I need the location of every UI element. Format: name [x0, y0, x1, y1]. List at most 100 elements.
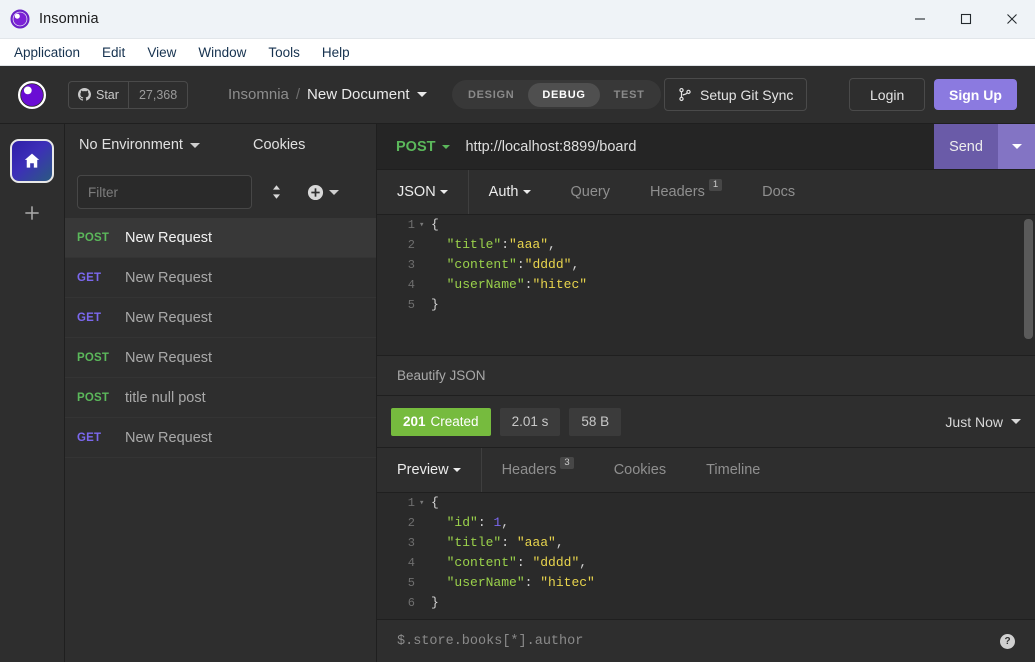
create-request-button[interactable]	[307, 184, 339, 201]
environment-selector[interactable]: No Environment	[79, 137, 183, 153]
menu-item-edit[interactable]: Edit	[91, 43, 136, 62]
send-button[interactable]: Send	[934, 124, 998, 169]
sidebar: No Environment Cookies Filter POST New R…	[65, 124, 377, 662]
fold-caret-icon[interactable]: ▾	[419, 215, 431, 235]
code-text: "title": "aaa",	[446, 535, 564, 550]
scrollbar-thumb[interactable]	[1024, 219, 1033, 339]
window-controls	[897, 0, 1035, 38]
sort-updown-icon[interactable]	[270, 183, 283, 201]
chevron-down-icon	[452, 468, 461, 472]
tab-auth[interactable]: Auth	[467, 170, 551, 214]
line-number: 1	[407, 496, 415, 510]
fold-caret-icon[interactable]: ▾	[419, 493, 431, 513]
tab-label: Query	[570, 184, 611, 200]
cookies-button[interactable]: Cookies	[253, 137, 305, 153]
help-icon[interactable]: ?	[1000, 633, 1015, 649]
chevron-down-icon	[439, 190, 448, 194]
status-code: 201	[403, 414, 426, 429]
chevron-down-icon[interactable]	[189, 142, 200, 148]
response-filter-input[interactable]: $.store.books[*].author	[397, 634, 583, 649]
home-button[interactable]	[10, 139, 54, 183]
circle-plus-icon	[307, 184, 324, 200]
menu-item-window[interactable]: Window	[187, 43, 257, 62]
tab-debug[interactable]: DEBUG	[528, 82, 600, 107]
request-body-editor[interactable]: 1 ▾{2 "title":"aaa", 3 "content":"dddd", 4 …	[377, 215, 1035, 355]
status-badge: 201 Created	[391, 407, 491, 436]
request-response-pane: POST http://localhost:8899/board Send JS…	[377, 124, 1035, 662]
tab-query[interactable]: Query	[551, 170, 631, 214]
tab-docs[interactable]: Docs	[742, 170, 815, 214]
response-history-selector[interactable]: Just Now	[945, 414, 1021, 430]
code-text: "title":"aaa",	[446, 237, 556, 252]
response-status-bar: 201 Created 2.01 s 58 B Just Now	[377, 396, 1035, 448]
tab-label: Auth	[488, 184, 519, 200]
method-selector[interactable]: POST	[377, 138, 451, 155]
tab-label: Headers	[650, 184, 705, 200]
line-number: 3	[407, 258, 415, 272]
menu-item-view[interactable]: View	[136, 43, 187, 62]
code-text: {	[431, 495, 439, 510]
signup-button[interactable]: Sign Up	[934, 79, 1017, 110]
chevron-down-icon	[1011, 419, 1021, 424]
beautify-json-button[interactable]: Beautify JSON	[397, 368, 486, 383]
line-number: 3	[407, 536, 415, 550]
line-number: 2	[407, 516, 415, 530]
tab-headers[interactable]: Headers 1	[630, 170, 742, 214]
setup-git-sync-button[interactable]: Setup Git Sync	[664, 78, 808, 111]
tab-test[interactable]: TEST	[600, 83, 659, 107]
send-options-button[interactable]	[998, 124, 1035, 169]
list-item[interactable]: POST title null post	[65, 378, 376, 418]
insomnia-logo-icon	[10, 9, 30, 29]
code-text: }	[431, 595, 439, 610]
insomnia-logo-icon	[17, 80, 47, 109]
list-item[interactable]: GET New Request	[65, 418, 376, 458]
tab-label: JSON	[397, 184, 436, 200]
code-text: {	[431, 217, 439, 232]
beautify-json-bar: Beautify JSON	[377, 355, 1035, 396]
menu-item-application[interactable]: Application	[10, 43, 91, 62]
url-input[interactable]: http://localhost:8899/board	[450, 139, 934, 155]
tab-response-headers[interactable]: Headers 3	[480, 448, 594, 492]
sort-icon-glyph	[273, 185, 280, 199]
maximize-button[interactable]	[943, 0, 989, 38]
git-sync-label: Setup Git Sync	[700, 86, 794, 103]
method-label: POST	[396, 138, 436, 155]
login-button[interactable]: Login	[849, 78, 926, 111]
chevron-down-icon[interactable]	[329, 189, 339, 195]
search-input[interactable]	[77, 175, 252, 209]
tab-preview[interactable]: Preview	[377, 448, 481, 492]
breadcrumb-document[interactable]: New Document	[307, 86, 410, 103]
menu-bar: Application Edit View Window Tools Help	[0, 39, 1035, 66]
response-timestamp: Just Now	[945, 413, 1003, 430]
github-star-button[interactable]: Star 27,368	[68, 80, 189, 109]
list-item[interactable]: POST New Request	[65, 218, 376, 258]
code-line: 3 "content":"dddd",	[377, 255, 1035, 275]
status-badge: 3	[560, 457, 574, 470]
list-item[interactable]: GET New Request	[65, 298, 376, 338]
menu-item-help[interactable]: Help	[311, 43, 361, 62]
code-line: 1 ▾{	[377, 493, 1035, 513]
close-button[interactable]	[989, 0, 1035, 38]
tab-design[interactable]: DESIGN	[454, 83, 528, 107]
minimize-button[interactable]	[897, 0, 943, 38]
filter-row	[65, 166, 376, 218]
add-workspace-button[interactable]	[22, 203, 42, 228]
list-item[interactable]: POST New Request	[65, 338, 376, 378]
menu-item-tools[interactable]: Tools	[257, 43, 311, 62]
chevron-down-icon[interactable]	[416, 92, 427, 97]
breadcrumb-app[interactable]: Insomnia	[228, 86, 289, 103]
chevron-down-icon	[442, 144, 451, 149]
star-label-group: Star	[69, 82, 128, 108]
tab-timeline[interactable]: Timeline	[686, 448, 780, 492]
list-item[interactable]: GET New Request	[65, 258, 376, 298]
code-text: "userName":"hitec"	[446, 277, 588, 292]
code-text: "content":"dddd",	[446, 257, 580, 272]
tab-response-cookies[interactable]: Cookies	[594, 448, 686, 492]
response-body-viewer[interactable]: 1 ▾{2 "id": 1, 3 "title": "aaa", 4 "content…	[377, 493, 1035, 619]
request-name: New Request	[125, 349, 213, 366]
tab-body-json[interactable]: JSON	[377, 170, 468, 214]
